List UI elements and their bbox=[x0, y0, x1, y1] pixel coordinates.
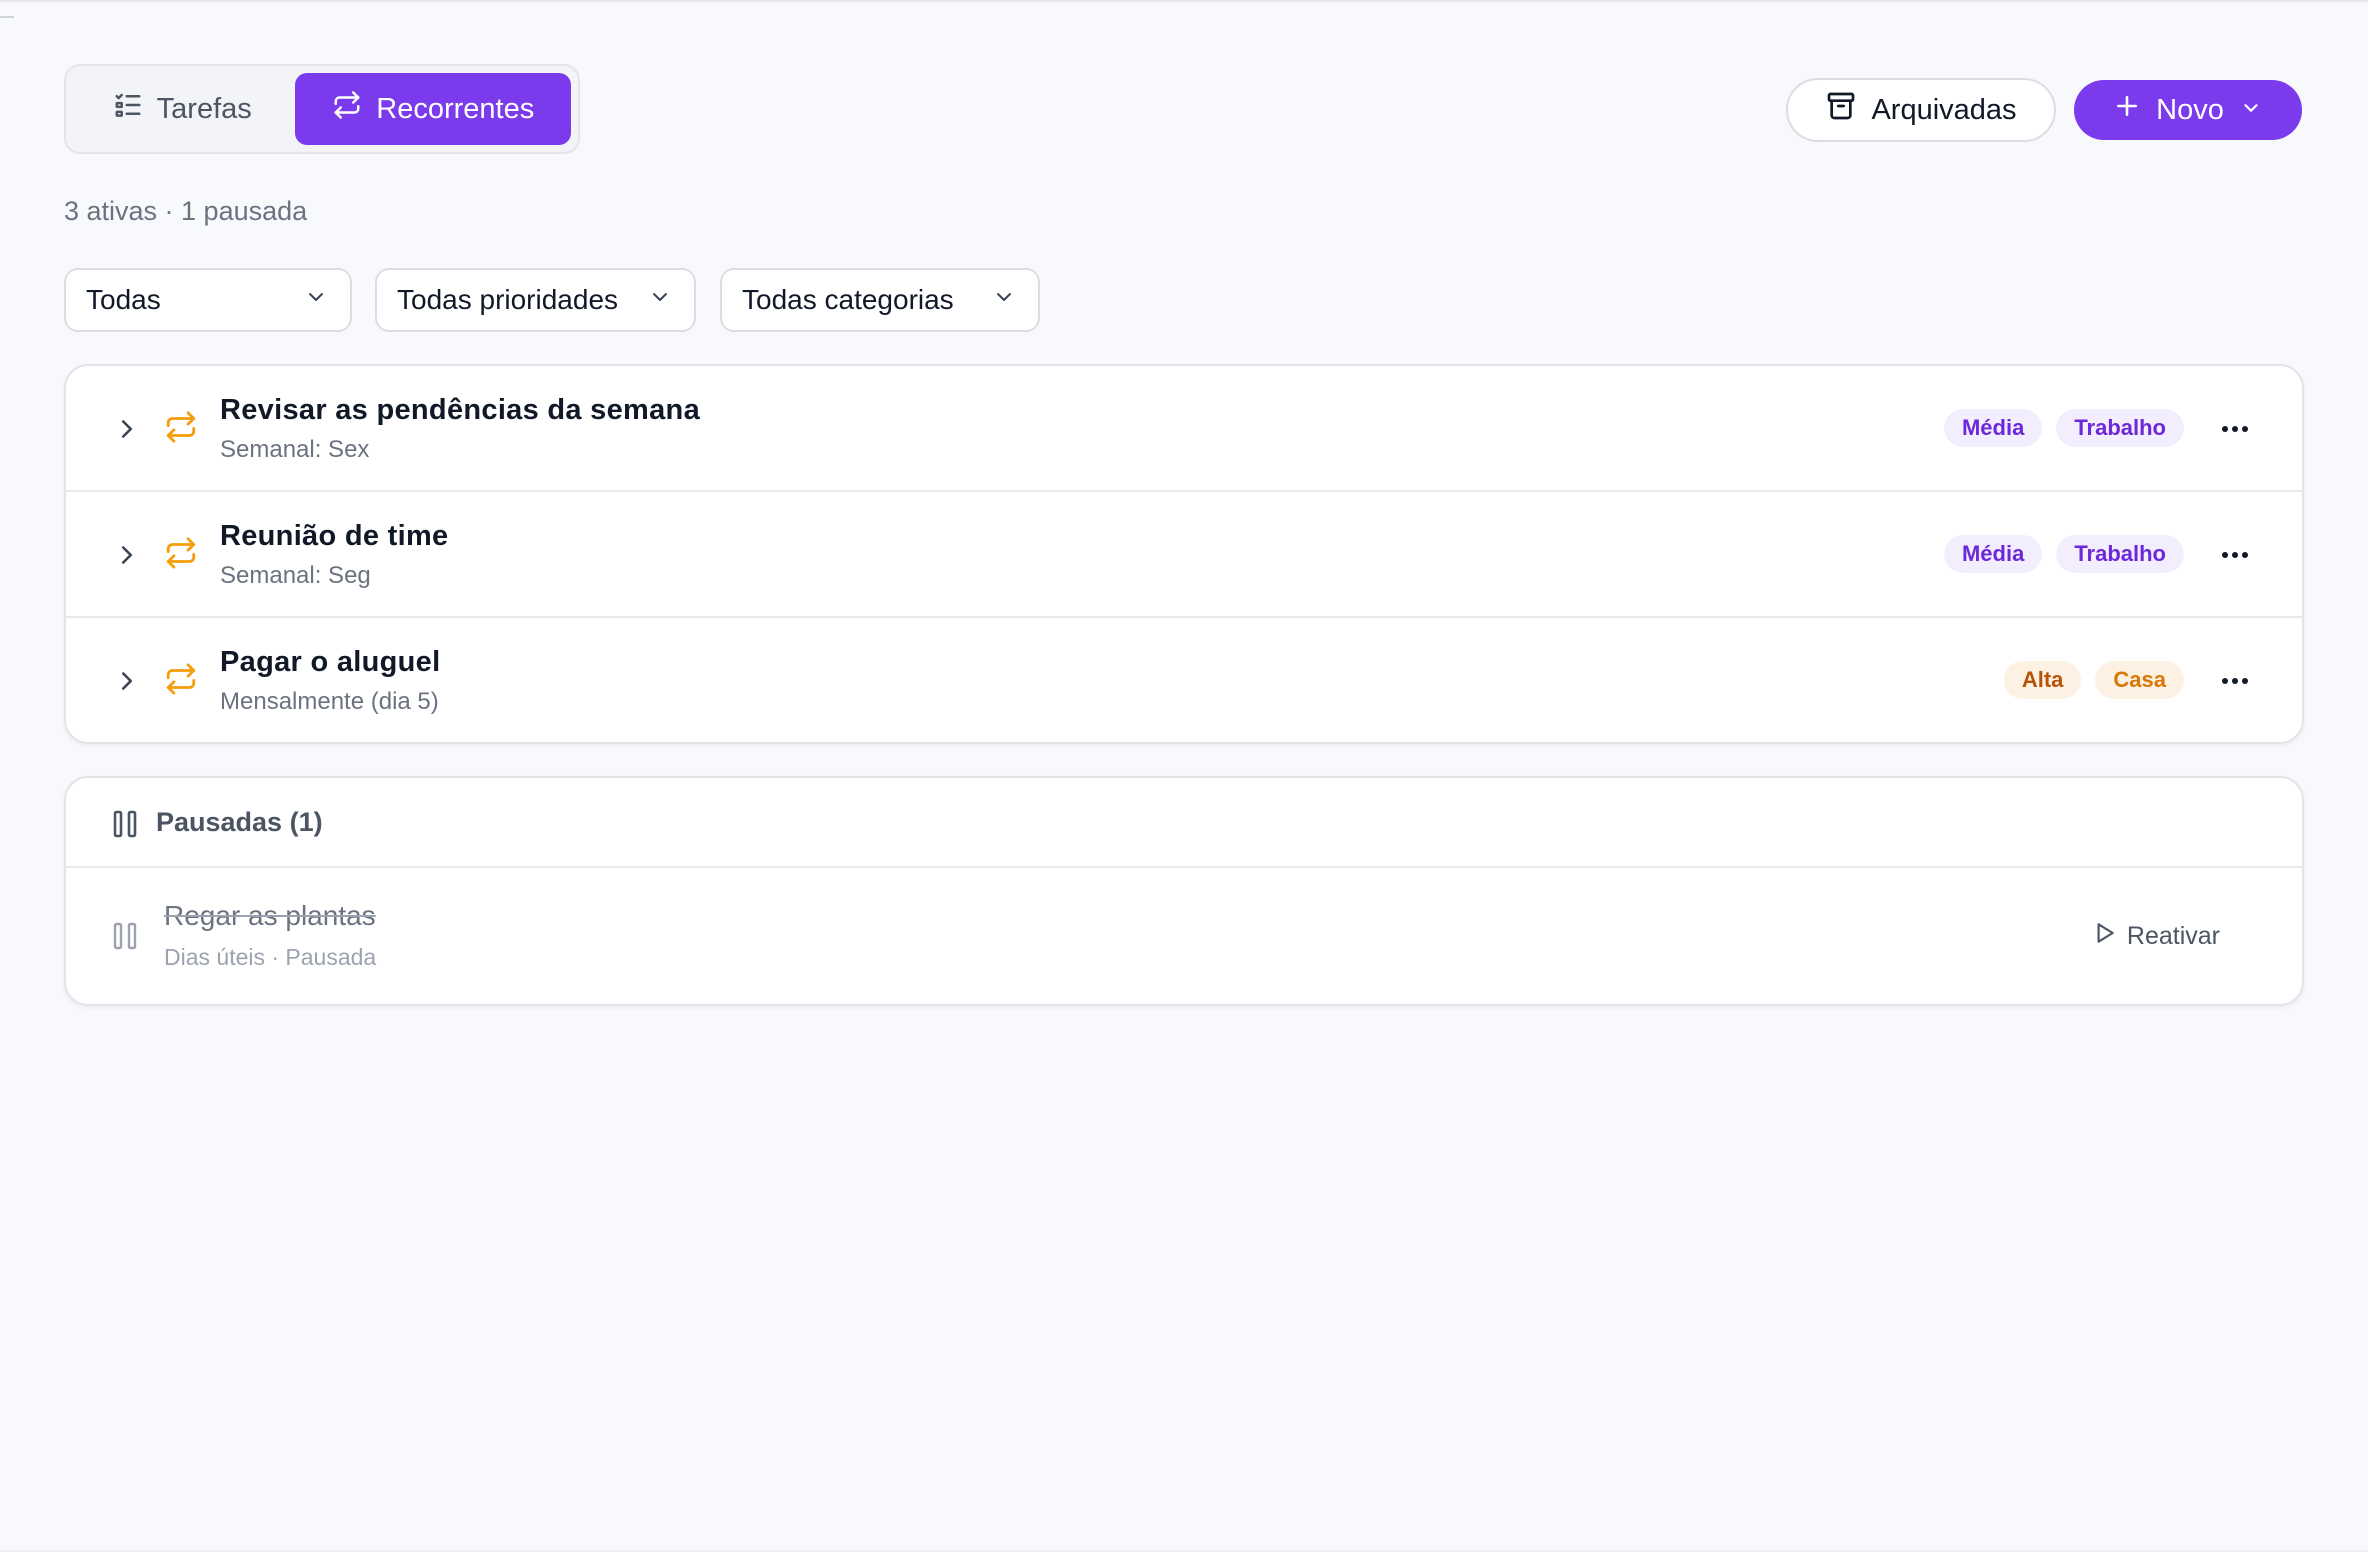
repeat-icon bbox=[332, 90, 362, 128]
chevron-right-icon[interactable] bbox=[112, 540, 142, 575]
item-schedule: Mensalmente (dia 5) bbox=[220, 688, 439, 715]
top-edge-mark bbox=[0, 16, 14, 18]
reactivate-button[interactable]: Reativar bbox=[2091, 920, 2220, 953]
status-filter-select[interactable]: Todas bbox=[64, 268, 352, 332]
list-item[interactable]: Pagar o aluguel Mensalmente (dia 5) Alta… bbox=[66, 618, 2302, 742]
item-title: Revisar as pendências da semana bbox=[220, 394, 700, 426]
archive-icon bbox=[1825, 90, 1857, 130]
item-tags: Média Trabalho bbox=[1943, 409, 2184, 447]
recurring-list: Revisar as pendências da semana Semanal:… bbox=[64, 364, 2304, 744]
new-button-label: Novo bbox=[2156, 93, 2224, 126]
plus-icon bbox=[2114, 93, 2140, 127]
paused-item-title: Regar as plantas bbox=[164, 900, 376, 931]
tab-tarefas[interactable]: Tarefas bbox=[73, 73, 291, 145]
priority-filter-select[interactable]: Todas prioridades bbox=[375, 268, 696, 332]
chevron-down-icon bbox=[2240, 94, 2262, 127]
more-options-icon[interactable] bbox=[2220, 670, 2250, 697]
repeat-icon bbox=[164, 662, 198, 701]
category-filter-value: Todas categorias bbox=[742, 284, 954, 315]
new-button[interactable]: Novo bbox=[2074, 80, 2302, 140]
pause-icon bbox=[112, 810, 138, 843]
play-icon bbox=[2091, 920, 2117, 953]
chevron-right-icon[interactable] bbox=[112, 666, 142, 701]
status-filter-value: Todas bbox=[86, 284, 161, 315]
archived-button-label: Arquivadas bbox=[1871, 93, 2017, 126]
paused-header[interactable]: Pausadas (1) bbox=[66, 778, 2302, 868]
priority-badge: Média bbox=[1943, 535, 2043, 573]
chevron-down-icon bbox=[304, 284, 328, 316]
chevron-down-icon bbox=[992, 284, 1016, 316]
tab-recorrentes-label: Recorrentes bbox=[376, 92, 535, 125]
more-options-icon[interactable] bbox=[2220, 544, 2250, 571]
tab-tarefas-label: Tarefas bbox=[156, 92, 252, 125]
category-badge: Casa bbox=[2095, 661, 2184, 699]
item-title: Reunião de time bbox=[220, 520, 449, 552]
category-filter-select[interactable]: Todas categorias bbox=[720, 268, 1040, 332]
item-title: Pagar o aluguel bbox=[220, 646, 441, 678]
paused-section: Pausadas (1) Regar as plantas Dias úteis… bbox=[64, 776, 2304, 1006]
summary-text: 3 ativas · 1 pausada bbox=[64, 196, 308, 226]
item-schedule: Semanal: Seg bbox=[220, 562, 371, 589]
reactivate-label: Reativar bbox=[2126, 922, 2220, 950]
item-tags: Média Trabalho bbox=[1943, 535, 2184, 573]
chevron-down-icon bbox=[648, 284, 672, 316]
top-border bbox=[0, 0, 2368, 2]
repeat-icon bbox=[164, 410, 198, 449]
list-item[interactable]: Reunião de time Semanal: Seg Média Traba… bbox=[66, 492, 2302, 618]
paused-header-label: Pausadas (1) bbox=[156, 807, 323, 837]
item-tags: Alta Casa bbox=[2003, 661, 2184, 699]
priority-filter-value: Todas prioridades bbox=[397, 284, 619, 315]
category-badge: Trabalho bbox=[2056, 409, 2184, 447]
chevron-right-icon[interactable] bbox=[112, 414, 142, 449]
view-toggle: Tarefas Recorrentes bbox=[64, 64, 580, 154]
more-options-icon[interactable] bbox=[2220, 418, 2250, 445]
archived-button[interactable]: Arquivadas bbox=[1786, 78, 2056, 142]
pause-icon bbox=[112, 922, 138, 955]
tab-recorrentes[interactable]: Recorrentes bbox=[295, 73, 571, 145]
item-schedule: Semanal: Sex bbox=[220, 436, 370, 463]
paused-list-item: Regar as plantas Dias úteis · Pausada Re… bbox=[66, 868, 2302, 1004]
category-badge: Trabalho bbox=[2056, 535, 2184, 573]
list-item[interactable]: Revisar as pendências da semana Semanal:… bbox=[66, 366, 2302, 492]
list-check-icon bbox=[113, 90, 143, 128]
priority-badge: Alta bbox=[2003, 661, 2082, 699]
priority-badge: Média bbox=[1943, 409, 2043, 447]
paused-item-subtitle: Dias úteis · Pausada bbox=[164, 944, 377, 970]
repeat-icon bbox=[164, 536, 198, 575]
